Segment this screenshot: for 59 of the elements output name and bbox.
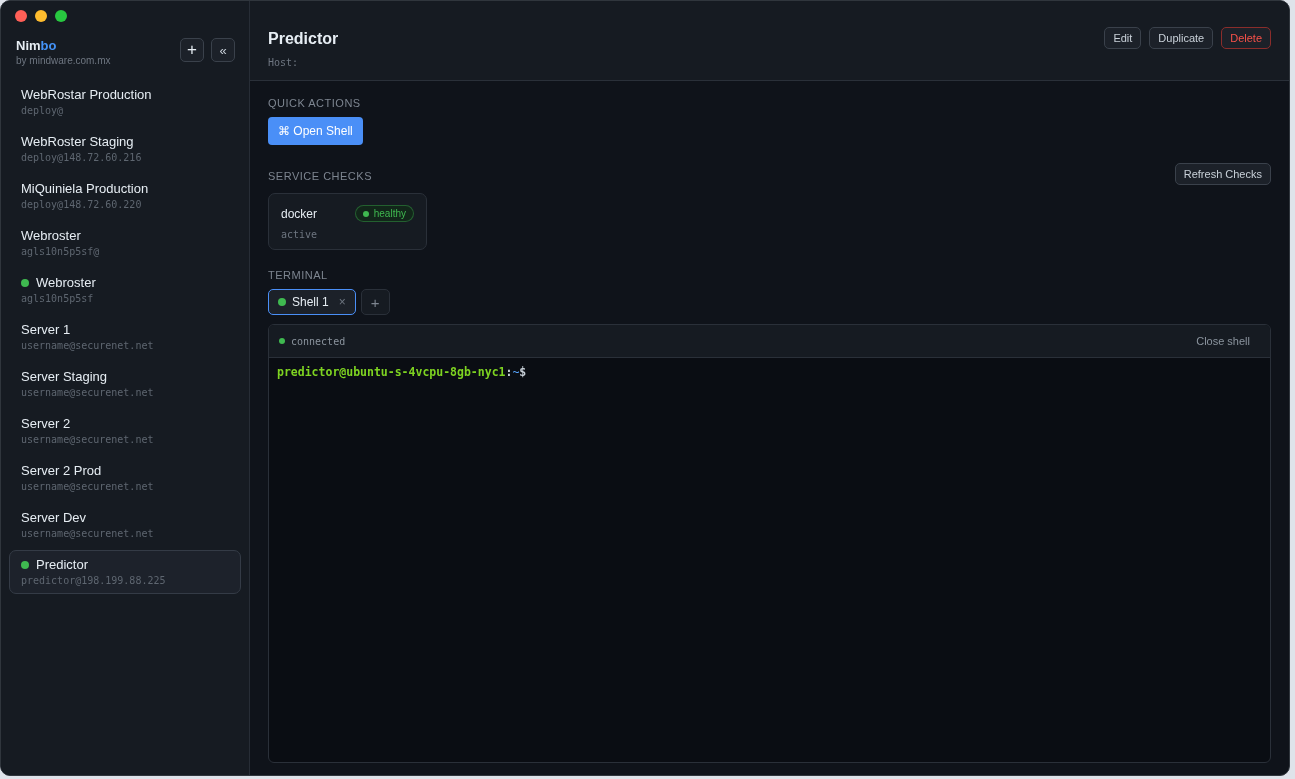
collapse-sidebar-button[interactable]: « bbox=[211, 38, 235, 62]
server-host: agls10n5p5sf bbox=[21, 293, 95, 304]
section-heading: QUICK ACTIONS bbox=[268, 97, 362, 109]
server-item[interactable]: Server 2 Prod username@securenet.net bbox=[9, 456, 241, 500]
status-badge: healthy bbox=[354, 205, 414, 222]
server-name: Webroster bbox=[21, 228, 81, 243]
app-logo: Nimbo bbox=[16, 38, 58, 53]
server-host: deploy@ bbox=[21, 105, 65, 116]
host-label: Host: bbox=[268, 57, 300, 68]
check-name: docker bbox=[281, 206, 318, 221]
zoom-window-icon[interactable] bbox=[55, 10, 67, 22]
server-host: username@securenet.net bbox=[21, 434, 155, 445]
close-window-icon[interactable] bbox=[15, 10, 27, 22]
server-title: Predictor bbox=[268, 30, 339, 48]
header-button[interactable]: Duplicate bbox=[1149, 27, 1214, 49]
server-name: WebRoster Staging bbox=[21, 134, 134, 149]
app-byline: by mindware.com.mx bbox=[16, 55, 111, 66]
server-host: deploy@148.72.60.216 bbox=[21, 152, 143, 163]
server-name: Server Dev bbox=[21, 510, 87, 525]
server-host: predictor@198.199.88.225 bbox=[21, 575, 167, 586]
server-host: username@securenet.net bbox=[21, 340, 155, 351]
server-item[interactable]: Server Staging username@securenet.net bbox=[9, 362, 241, 406]
server-host: username@securenet.net bbox=[21, 528, 155, 539]
terminal-prompt: predictor@ubuntu-s-4vcpu-8gb-nyc1:~$ bbox=[277, 365, 528, 379]
server-name: Webroster bbox=[36, 275, 96, 290]
shell-tab[interactable]: Shell 1 × bbox=[268, 289, 356, 315]
server-name: MiQuiniela Production bbox=[21, 181, 149, 196]
refresh-checks-button[interactable]: Refresh Checks bbox=[1174, 163, 1271, 185]
section-heading: SERVICE CHECKS bbox=[268, 170, 372, 182]
server-item[interactable]: Server 2 username@securenet.net bbox=[9, 409, 241, 453]
server-name: Predictor bbox=[36, 557, 89, 572]
server-item[interactable]: Predictor predictor@198.199.88.225 bbox=[9, 550, 241, 594]
server-item[interactable]: Webroster agls10n5p5sf@ bbox=[9, 221, 241, 265]
delete-button[interactable]: Delete bbox=[1221, 27, 1271, 49]
add-server-button[interactable]: + bbox=[180, 38, 204, 62]
server-item[interactable]: MiQuiniela Production deploy@148.72.60.220 bbox=[9, 174, 241, 218]
new-tab-button[interactable]: + bbox=[360, 289, 390, 315]
tab-label: Shell 1 bbox=[292, 295, 329, 309]
section-heading: TERMINAL bbox=[268, 269, 329, 281]
connection-status: connected bbox=[291, 335, 346, 347]
server-name: Server 1 bbox=[21, 322, 71, 337]
server-host: username@securenet.net bbox=[21, 387, 155, 398]
server-host: agls10n5p5sf@ bbox=[21, 246, 101, 257]
server-name: Server 2 bbox=[21, 416, 71, 431]
close-tab-button[interactable]: × bbox=[338, 295, 346, 309]
server-item[interactable]: WebRoster Staging deploy@148.72.60.216 bbox=[9, 127, 241, 171]
header-button[interactable]: Edit bbox=[1104, 27, 1142, 49]
close-shell-button[interactable]: Close shell bbox=[1196, 335, 1250, 347]
server-item[interactable]: Webroster agls10n5p5sf bbox=[9, 268, 241, 312]
server-name: Server Staging bbox=[21, 369, 107, 384]
server-name: Server 2 Prod bbox=[21, 463, 102, 478]
minimize-window-icon[interactable] bbox=[35, 10, 47, 22]
server-item[interactable]: Server Dev username@securenet.net bbox=[9, 503, 241, 547]
server-name: WebRostar Production bbox=[21, 87, 152, 102]
server-item[interactable]: WebRostar Production deploy@ bbox=[9, 80, 241, 124]
server-host: deploy@148.72.60.220 bbox=[21, 199, 143, 210]
server-host: username@securenet.net bbox=[21, 481, 155, 492]
server-item[interactable]: Server 1 username@securenet.net bbox=[9, 315, 241, 359]
check-detail: active bbox=[281, 229, 319, 240]
